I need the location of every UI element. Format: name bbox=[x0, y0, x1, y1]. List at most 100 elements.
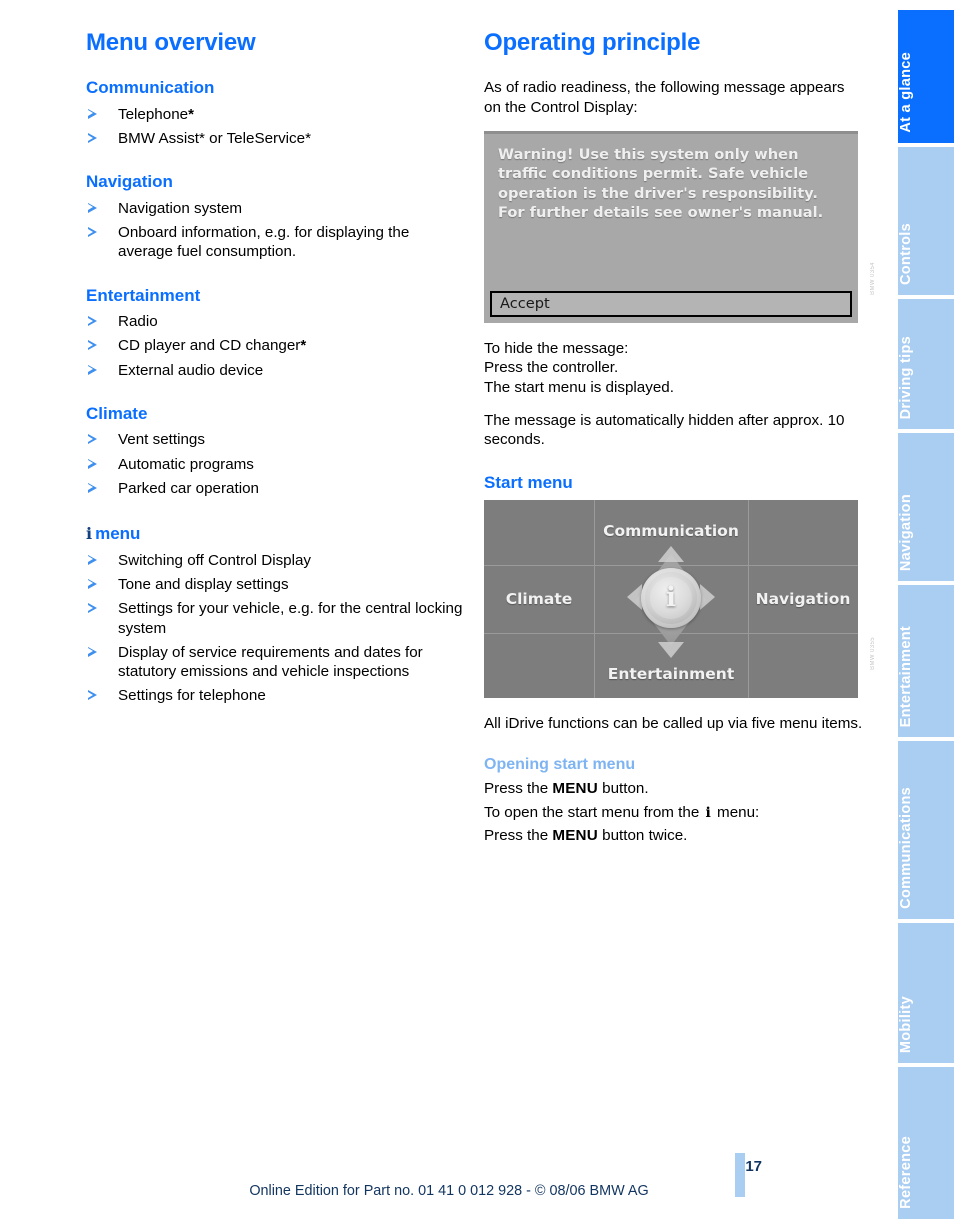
warning-message-text: Warning! Use this system only when traff… bbox=[498, 145, 824, 222]
opening-step-3-pre: Press the bbox=[484, 827, 553, 845]
control-display-warning-figure: Warning! Use this system only when traff… bbox=[484, 130, 876, 323]
triangle-bullet-icon bbox=[88, 690, 97, 701]
start-menu-item-navigation[interactable]: Navigation bbox=[748, 590, 858, 608]
page-title-operating-principle: Operating principle bbox=[484, 29, 701, 56]
figure-code-label: BMW 0355 bbox=[870, 636, 876, 670]
info-icon: i bbox=[705, 804, 711, 821]
triangle-bullet-icon bbox=[88, 202, 97, 213]
accept-button[interactable]: Accept bbox=[490, 290, 852, 317]
triangle-bullet-icon bbox=[88, 316, 97, 327]
list-item-label: Parked car operation bbox=[118, 479, 259, 497]
sidebar-tab-mobility[interactable]: Mobility bbox=[898, 923, 954, 1063]
start-menu-item-entertainment[interactable]: Entertainment bbox=[594, 665, 748, 683]
sidebar-tab-communications[interactable]: Communications bbox=[898, 741, 954, 919]
sidebar-tab-label: Mobility bbox=[898, 995, 914, 1053]
figure-code-label: BMW 0354 bbox=[870, 262, 876, 295]
sidebar-tab-label: Navigation bbox=[898, 493, 914, 571]
intro-paragraph: As of radio readiness, the following mes… bbox=[484, 79, 845, 116]
list-item-label: External audio device bbox=[118, 361, 264, 379]
triangle-bullet-icon bbox=[88, 227, 97, 238]
section-heading-entertainment: Entertainment bbox=[86, 285, 201, 305]
sidebar-tab-label: Reference bbox=[898, 1136, 914, 1209]
sidebar-tab-driving-tips[interactable]: Driving tips bbox=[898, 299, 954, 429]
sidebar-tab-navigation[interactable]: Navigation bbox=[898, 433, 954, 581]
sidebar-tab-label: Entertainment bbox=[898, 625, 914, 727]
optional-equipment-asterisk: * bbox=[300, 337, 307, 355]
list-item: Tone and display settings bbox=[86, 575, 466, 594]
triangle-bullet-icon bbox=[88, 434, 97, 445]
list-item: Automatic programs bbox=[86, 455, 466, 474]
triangle-bullet-icon bbox=[88, 340, 97, 351]
triangle-bullet-icon bbox=[88, 603, 97, 614]
list-communication: Telephone* BMW Assist* or TeleService* bbox=[86, 105, 466, 149]
arrow-up-icon bbox=[658, 545, 684, 562]
opening-step-2-pre: To open the start menu from the bbox=[484, 803, 704, 821]
triangle-bullet-icon bbox=[88, 554, 97, 565]
sidebar-tab-at-a-glance[interactable]: At a glance bbox=[898, 10, 954, 143]
controller-knob[interactable]: i bbox=[641, 567, 701, 628]
list-item-label: Settings for your vehicle, e.g. for the … bbox=[118, 600, 463, 637]
list-item: Navigation system bbox=[86, 199, 466, 218]
sidebar-tab-entertainment[interactable]: Entertainment bbox=[898, 585, 954, 737]
list-item-label: Navigation system bbox=[118, 199, 243, 217]
manual-page: Menu overview Communication Telephone* B… bbox=[0, 0, 954, 1219]
footer-edition-line: Online Edition for Part no. 01 41 0 012 … bbox=[249, 1183, 649, 1199]
sidebar-tab-label: At a glance bbox=[898, 52, 914, 133]
opening-step-1-post: button. bbox=[597, 780, 649, 798]
start-menu-item-climate[interactable]: Climate bbox=[484, 590, 594, 608]
list-item-label: Settings for telephone bbox=[118, 687, 266, 705]
start-menu-screen: Communication Climate Navigation Enterta… bbox=[484, 499, 858, 698]
control-display-warning-screen: Warning! Use this system only when traff… bbox=[484, 130, 858, 323]
start-menu-note: All iDrive functions can be called up vi… bbox=[484, 714, 863, 732]
arrow-left-icon bbox=[627, 583, 642, 610]
list-item: Display of service requirements and date… bbox=[86, 643, 466, 682]
section-heading-start-menu: Start menu bbox=[484, 473, 573, 493]
arrow-down-icon bbox=[658, 641, 684, 658]
page-title-menu-overview: Menu overview bbox=[86, 29, 256, 56]
list-item-label: Automatic programs bbox=[118, 455, 254, 473]
opening-step-2: To open the start menu from the i menu: bbox=[484, 803, 864, 823]
list-item-label: Radio bbox=[118, 313, 158, 331]
sidebar-tab-label: Driving tips bbox=[898, 335, 914, 419]
list-item: Settings for telephone bbox=[86, 686, 466, 705]
triangle-bullet-icon bbox=[88, 458, 97, 469]
page-number: 17 bbox=[745, 1158, 762, 1175]
list-entertainment: Radio CD player and CD changer* External… bbox=[86, 312, 466, 380]
triangle-bullet-icon bbox=[88, 108, 97, 119]
triangle-bullet-icon bbox=[88, 133, 97, 144]
triangle-bullet-icon bbox=[88, 578, 97, 589]
opening-step-2-post: menu: bbox=[712, 803, 760, 821]
list-item: Settings for your vehicle, e.g. for the … bbox=[86, 599, 466, 638]
hide-message-line-1: To hide the message: bbox=[484, 339, 629, 357]
triangle-bullet-icon bbox=[88, 646, 97, 657]
section-heading-communication: Communication bbox=[86, 78, 215, 98]
triangle-bullet-icon bbox=[88, 364, 97, 375]
hide-message-line-2: Press the controller. bbox=[484, 359, 619, 377]
auto-hide-paragraph: The message is automatically hidden afte… bbox=[484, 411, 845, 449]
info-icon: i bbox=[665, 581, 677, 613]
chapter-tab-sidebar: At a glance Controls Driving tips Naviga… bbox=[898, 10, 954, 1219]
arrow-right-icon bbox=[700, 583, 715, 610]
sidebar-tab-controls[interactable]: Controls bbox=[898, 147, 954, 295]
knob-inner-ring: i bbox=[650, 576, 692, 619]
list-item: Switching off Control Display bbox=[86, 551, 466, 570]
section-heading-navigation: Navigation bbox=[86, 172, 173, 192]
list-item: CD player and CD changer* bbox=[86, 336, 466, 355]
list-item-label: Switching off Control Display bbox=[118, 551, 312, 569]
opening-step-1: Press the MENU button. bbox=[484, 779, 864, 798]
list-item-label: Telephone bbox=[118, 105, 189, 123]
list-item: Telephone* bbox=[86, 105, 466, 124]
sidebar-tab-label: Controls bbox=[898, 222, 914, 285]
list-navigation: Navigation system Onboard information, e… bbox=[86, 199, 466, 262]
list-item-label: BMW Assist* or TeleService* bbox=[118, 130, 311, 148]
list-climate: Vent settings Automatic programs Parked … bbox=[86, 430, 466, 498]
start-menu-figure: Communication Climate Navigation Enterta… bbox=[484, 499, 876, 698]
opening-step-3-post: button twice. bbox=[597, 827, 688, 845]
list-item: Parked car operation bbox=[86, 479, 466, 498]
info-icon: i bbox=[86, 524, 93, 544]
section-heading-i-menu: i menu bbox=[86, 524, 466, 544]
list-item-label: Onboard information, e.g. for displaying… bbox=[118, 224, 410, 261]
optional-equipment-asterisk: * bbox=[188, 105, 194, 123]
opening-step-3: Press the MENU button twice. bbox=[484, 826, 864, 845]
sidebar-tab-reference[interactable]: Reference bbox=[898, 1067, 954, 1219]
